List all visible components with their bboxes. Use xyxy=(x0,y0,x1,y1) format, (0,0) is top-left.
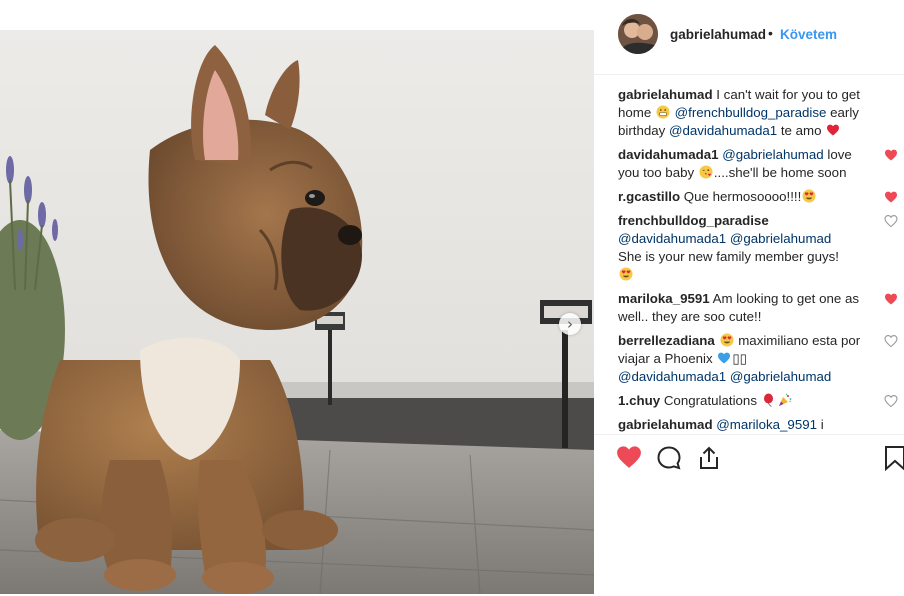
kiss-face-emoji-icon xyxy=(699,165,713,179)
follow-button[interactable]: Követem xyxy=(780,27,837,42)
red-heart-emoji-icon xyxy=(826,123,840,137)
comment-text: ....she'll be home soon xyxy=(713,165,847,180)
comment-like-icon[interactable] xyxy=(884,214,898,228)
french-bulldog-photo xyxy=(0,30,594,594)
post-details-panel: gabrielahumad • Követem gabrielahumad I … xyxy=(594,0,904,596)
comment-list: gabrielahumad I can't wait for you to ge… xyxy=(618,86,898,440)
comment-text: i xyxy=(817,417,824,432)
post-photo[interactable]: › xyxy=(0,30,594,594)
mention-link[interactable]: @frenchbulldog_paradise xyxy=(675,105,827,120)
comment-item: r.gcastillo Que hermosoooo!!!! xyxy=(618,188,897,206)
author-username[interactable]: gabrielahumad xyxy=(670,27,766,42)
comment-text: She is your new family member guys! xyxy=(618,249,839,264)
grin-emoji-icon xyxy=(656,105,670,119)
comment-item: gabrielahumad I can't wait for you to ge… xyxy=(618,86,888,140)
blue-heart-emoji-icon xyxy=(717,351,731,365)
comment-like-filled-icon[interactable] xyxy=(884,148,898,162)
avatar[interactable] xyxy=(618,14,658,54)
mention-link[interactable]: @gabrielahumad xyxy=(730,369,831,384)
party-popper-emoji-icon xyxy=(778,393,792,407)
comment-item: davidahumada1 @gabrielahumad love you to… xyxy=(618,146,897,182)
comment-text: Congratulations xyxy=(663,393,761,408)
comment-username[interactable]: gabrielahumad xyxy=(618,87,713,102)
heart-eyes-emoji-icon xyxy=(619,267,633,281)
share-icon[interactable] xyxy=(697,445,721,476)
comment-item: mariloka_9591 Am looking to get one as w… xyxy=(618,290,897,326)
comment-username[interactable]: davidahumada1 xyxy=(618,147,719,162)
header-separator: • xyxy=(768,25,773,41)
comment-like-icon[interactable] xyxy=(884,394,898,408)
heart-filled-icon[interactable] xyxy=(616,445,642,474)
post-action-bar xyxy=(594,434,904,481)
mention-link[interactable]: @mariloka_9591 xyxy=(716,417,817,432)
heart-eyes-emoji-icon xyxy=(720,333,734,347)
mention-link[interactable]: @gabrielahumad xyxy=(730,231,831,246)
comment-text: ▯▯ xyxy=(732,351,747,366)
post-header: gabrielahumad • Követem xyxy=(594,0,904,75)
mention-link[interactable]: @davidahumada1 xyxy=(618,231,726,246)
balloon-emoji-icon xyxy=(762,393,776,407)
bookmark-icon[interactable] xyxy=(884,445,904,476)
comment-item: 1.chuy Congratulations xyxy=(618,392,898,410)
comment-like-filled-icon[interactable] xyxy=(884,292,898,306)
comment-item: berrellezadiana maximiliano esta por via… xyxy=(618,332,898,386)
heart-eyes-emoji-icon xyxy=(802,189,816,203)
comment-like-icon[interactable] xyxy=(884,334,898,348)
mention-link[interactable]: @davidahumada1 xyxy=(669,123,777,138)
comment-username[interactable]: r.gcastillo xyxy=(618,189,680,204)
comment-item: gabrielahumad @mariloka_9591 i xyxy=(618,416,888,434)
comment-item: frenchbulldog_paradise @davidahumada1 @g… xyxy=(618,212,898,284)
mention-link[interactable]: @davidahumada1 xyxy=(618,369,726,384)
comment-username[interactable]: frenchbulldog_paradise xyxy=(618,213,769,228)
comment-text: te amo xyxy=(777,123,826,138)
comment-like-filled-icon[interactable] xyxy=(884,190,898,204)
comment-username[interactable]: berrellezadiana xyxy=(618,333,715,348)
comment-text: Que hermosoooo!!!! xyxy=(683,189,802,204)
carousel-next-button[interactable]: › xyxy=(559,313,581,335)
comment-icon[interactable] xyxy=(656,445,682,476)
comment-username[interactable]: mariloka_9591 xyxy=(618,291,710,306)
comment-username[interactable]: gabrielahumad xyxy=(618,417,713,432)
mention-link[interactable]: @gabrielahumad xyxy=(722,147,823,162)
comment-username[interactable]: 1.chuy xyxy=(618,393,660,408)
